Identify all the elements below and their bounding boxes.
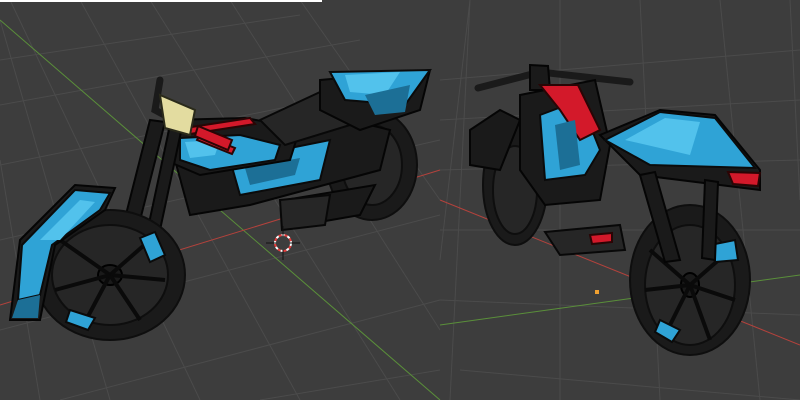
3d-viewport[interactable] [0, 0, 800, 400]
object-origin-icon [595, 290, 599, 294]
viewport-canvas[interactable] [0, 0, 800, 400]
viewport-header-strip [0, 0, 322, 2]
